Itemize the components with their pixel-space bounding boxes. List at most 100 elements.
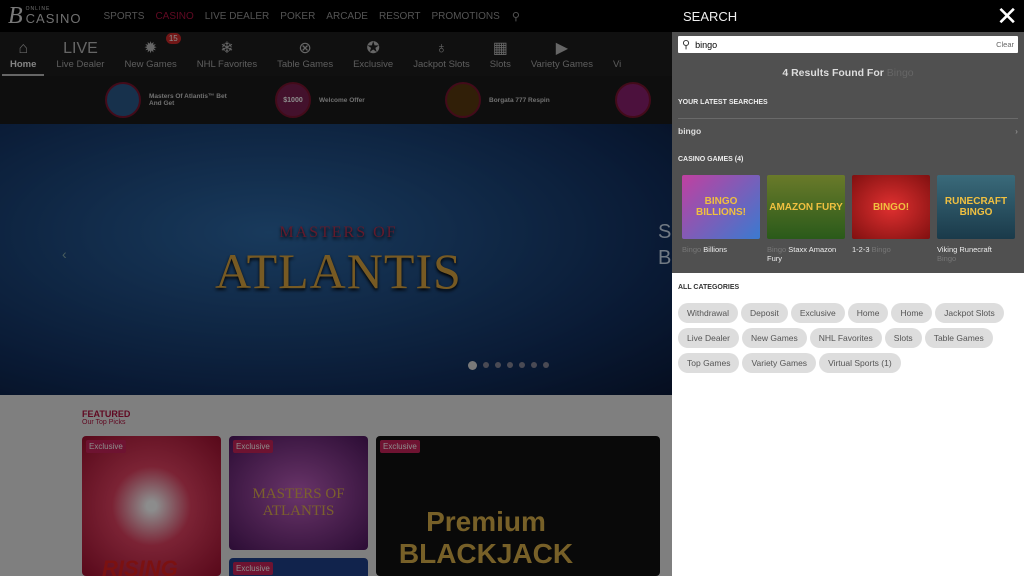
promo-item[interactable]: Masters Of Atlantis™ Bet And Get [105,82,235,118]
promo-image [105,82,141,118]
hero-title: MASTERS OF ATLANTIS [215,224,462,299]
carousel-dots [468,360,549,370]
category-chip-withdrawal[interactable]: Withdrawal [678,303,739,323]
category-vi[interactable]: Vi [603,39,631,70]
featured-title: FEATURED [82,409,131,419]
nav-poker[interactable]: POKER [280,11,315,22]
promo-label: Borgata 777 Respin [489,96,550,104]
search-panel-title: SEARCH [683,8,738,24]
search-input[interactable] [695,39,997,50]
search-box: ⚲ Clear [678,36,1018,53]
results-count: 4 Results Found For Bingo [782,67,914,79]
category-label: Table Games [277,59,334,70]
home-icon: ⌂ [18,40,29,57]
category-bar: ⌂ Home LIVE Live Dealer ✹ 15 New Games ❄ NHL Fav… [0,32,672,76]
nav-live-dealer[interactable]: LIVE DEALER [205,11,269,22]
category-label: Variety Games [530,59,593,70]
clear-button[interactable]: Clear [996,40,1014,49]
category-nhl-favorites[interactable]: ❄ NHL Favorites [187,39,267,70]
game-result[interactable]: AMAZON FURY Bingo Staxx Amazon Fury [767,175,845,264]
search-panel: SEARCH ✕ ⚲ Clear 4 Results Found For Bin… [672,0,1024,576]
latest-searches-heading: YOUR LATEST SEARCHES [678,99,768,106]
borgata-logo[interactable]: B ONLINE CASINO [8,3,82,30]
play-icon: ▶ [555,40,569,57]
game-result[interactable]: RUNECRAFT BINGO Viking Runecraft Bingo [937,175,1015,264]
hero-edge-text: S B [658,221,672,269]
game-tile-premium-blackjack[interactable]: Exclusive Premium BLACKJACK [376,436,660,576]
game-name-text: Viking Runecraft [937,245,992,254]
category-live-dealer[interactable]: LIVE Live Dealer [46,39,114,70]
nav-promotions[interactable]: PROMOTIONS [431,11,499,22]
nav-resort[interactable]: RESORT [379,11,421,22]
new-icon: ✹ [143,40,158,57]
promo-item[interactable] [615,82,655,118]
category-chip-slots[interactable]: Slots [884,328,922,348]
category-jackpot-slots[interactable]: ♁ Jackpot Slots [403,39,480,70]
search-icon: ⚲ [682,39,691,51]
category-slots[interactable]: ▦ Slots [480,39,521,70]
exclusive-badge: Exclusive [233,440,273,453]
carousel-dot[interactable] [468,360,477,370]
game-thumbnail: BINGO! [852,175,930,239]
carousel-prev-icon[interactable]: ‹ [62,246,67,262]
category-label: Slots [489,59,511,70]
game-result[interactable]: BINGO BILLIONS! Bingo Billions [682,175,760,264]
category-variety-games[interactable]: ▶ Variety Games [521,39,603,70]
category-label: New Games [124,59,177,70]
carousel-dot[interactable] [483,362,489,368]
game-name-faded: Bingo [871,245,891,254]
nav-arcade[interactable]: ARCADE [326,11,368,22]
category-label: Live Dealer [56,59,105,70]
carousel-dot[interactable] [507,362,513,368]
category-chip-jackpot-slots[interactable]: Jackpot Slots [935,303,1004,323]
category-new-games[interactable]: ✹ 15 New Games [114,33,186,70]
category-chip-variety-games[interactable]: Variety Games [742,353,817,373]
casino-games-heading: CASINO GAMES (4) [678,156,744,163]
game-name-faded: Bingo [682,245,702,254]
category-chip-home[interactable]: Home [891,303,933,323]
category-chip-nhl-favorites[interactable]: NHL Favorites [809,328,882,348]
hero-banner[interactable]: MASTERS OF ATLANTIS S B ‹ [0,124,672,395]
game-tile-rising[interactable]: Exclusive RISING [82,436,221,576]
category-chip-deposit[interactable]: Deposit [741,303,788,323]
promo-image [445,82,481,118]
category-chip-top-games[interactable]: Top Games [678,353,740,373]
star-icon: ✪ [366,40,380,57]
search-icon[interactable]: ⚲ [512,10,520,23]
category-label: Exclusive [353,59,394,70]
close-icon[interactable]: ✕ [996,3,1018,29]
category-chip-table-games[interactable]: Table Games [924,328,993,348]
promo-image [615,82,651,118]
category-label: NHL Favorites [196,59,258,70]
game-thumbnail: RUNECRAFT BINGO [937,175,1015,239]
latest-search-item[interactable]: bingo › [678,126,1018,136]
carousel-dot[interactable] [495,362,501,368]
carousel-dot[interactable] [531,362,537,368]
nav-sports[interactable]: SPORTS [104,11,145,22]
category-chip-live-dealer[interactable]: Live Dealer [678,328,739,348]
category-home[interactable]: ⌂ Home [0,39,46,76]
game-result[interactable]: BINGO! 1-2-3 Bingo [852,175,930,264]
promo-strip: Masters Of Atlantis™ Bet And Get $1000 Wel… [0,76,672,124]
promo-label: Masters Of Atlantis™ Bet And Get [149,93,227,107]
chevron-right-icon: › [1015,126,1018,136]
game-tile[interactable]: Exclusive [229,558,368,576]
category-chip-exclusive[interactable]: Exclusive [790,303,845,323]
category-table-games[interactable]: ⊗ Table Games [267,39,343,70]
carousel-dot[interactable] [519,362,525,368]
carousel-dot[interactable] [543,362,549,368]
chip-icon: ⊗ [298,40,312,57]
game-tile-masters-of-atlantis[interactable]: Exclusive MASTERS OF ATLANTIS [229,436,368,550]
game-name: 1-2-3 Bingo [852,245,930,254]
casino-page: B ONLINE CASINO SPORTS CASINO LIVE DEALER PO… [0,0,672,576]
game-name: Viking Runecraft Bingo [937,245,1015,264]
promo-item[interactable]: Borgata 777 Respin [445,82,575,118]
category-chip-virtual-sports-1[interactable]: Virtual Sports (1) [819,353,901,373]
game-name-text: 1-2-3 [852,245,870,254]
category-chip-new-games[interactable]: New Games [742,328,807,348]
game-name-text: Billions [703,245,728,254]
nav-casino[interactable]: CASINO [155,11,193,22]
category-chip-home[interactable]: Home [847,303,889,323]
category-exclusive[interactable]: ✪ Exclusive [343,39,403,70]
promo-item[interactable]: $1000 Welcome Offer [275,82,405,118]
